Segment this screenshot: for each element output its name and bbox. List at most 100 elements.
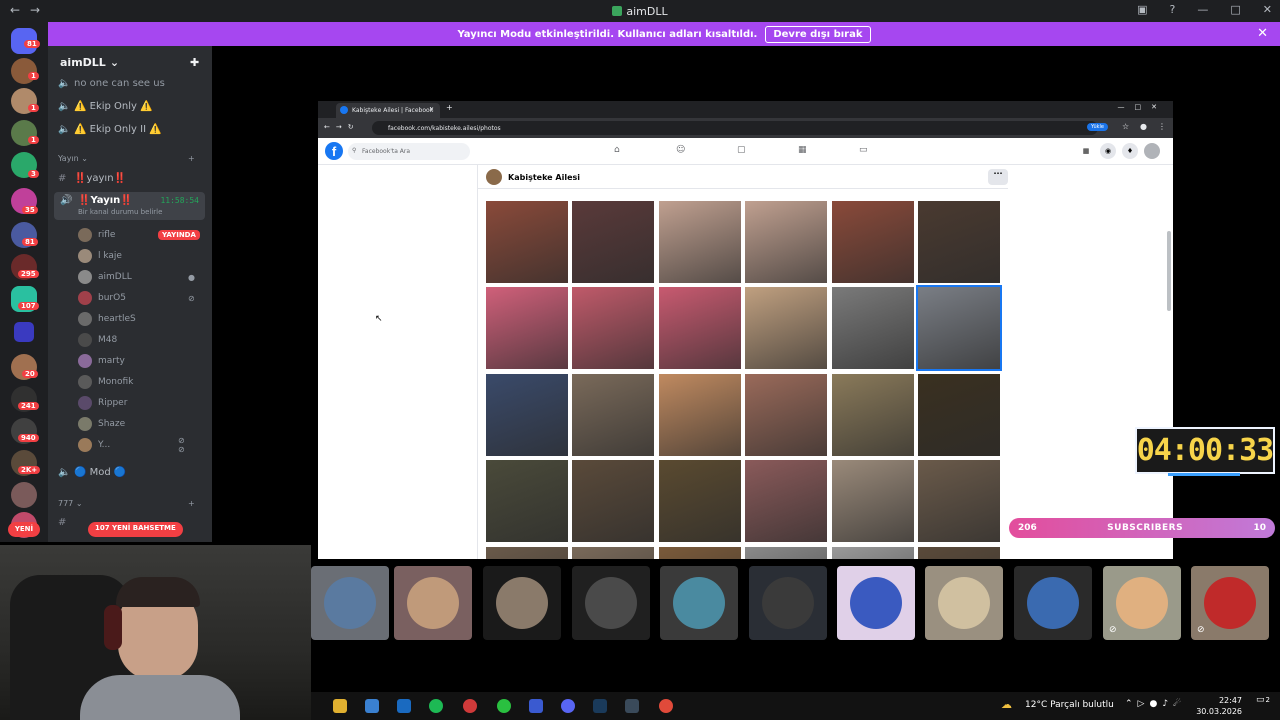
voice-channel-mod[interactable]: 🔈 🔵 Mod 🔵 [58, 467, 126, 478]
steam-icon[interactable] [593, 699, 607, 713]
photo-thumbnail[interactable] [831, 201, 914, 283]
browser-nav-icons[interactable]: ←→↻ [324, 123, 360, 131]
photo-thumbnail[interactable] [916, 285, 1002, 372]
voice-user[interactable]: Y... ⊘ ⊘ [78, 436, 185, 454]
photo-thumbnail[interactable] [572, 546, 655, 559]
photo-thumbnail[interactable] [658, 546, 741, 559]
photo-thumbnail[interactable] [745, 201, 828, 283]
page-avatar[interactable] [486, 169, 502, 185]
photo-thumbnail[interactable] [831, 373, 914, 456]
category-yayin[interactable]: Yayın ⌄ + [58, 154, 195, 163]
participant-tile[interactable] [1014, 566, 1092, 640]
hash-channel-hidden[interactable]: # [58, 517, 74, 528]
participant-tile[interactable] [394, 566, 472, 640]
participant-tile[interactable] [483, 566, 561, 640]
store-icon[interactable] [365, 699, 379, 713]
server-icon-13[interactable] [11, 482, 37, 508]
voice-status[interactable]: Bir kanal durumu belirle [78, 208, 162, 216]
new-mentions-pill[interactable]: 107 YENİ BAHSETME [88, 522, 183, 537]
video-icon[interactable]: ▢ [737, 145, 746, 155]
participant-tile[interactable] [925, 566, 1003, 640]
tray-icons[interactable]: ⌃▷●♪☄ [1125, 699, 1186, 709]
inbox-icon[interactable]: ▣ [1137, 3, 1147, 16]
photo-thumbnail[interactable] [658, 460, 741, 543]
voice-user[interactable]: aimDLL ● [78, 270, 195, 284]
gaming-icon[interactable]: ▭ [859, 145, 868, 155]
voice-channel-no-one[interactable]: 🔈 no one can see us [58, 78, 165, 89]
update-button[interactable]: Yükle [1087, 123, 1109, 131]
photo-thumbnail[interactable] [658, 287, 741, 370]
browser-window-controls[interactable]: —□✕ [1118, 103, 1167, 111]
maximize-icon[interactable]: □ [1230, 3, 1240, 16]
photo-thumbnail[interactable] [486, 201, 568, 283]
voice-channel-ekip-only-ii[interactable]: 🔈 ⚠️ Ekip Only II ⚠️ [58, 124, 162, 135]
server-icon-1[interactable] [11, 58, 37, 84]
menu-icon[interactable]: ⋮ [1158, 122, 1166, 131]
photo-thumbnail[interactable] [831, 287, 914, 370]
participant-tile[interactable] [572, 566, 650, 640]
photo-thumbnail[interactable] [918, 201, 1000, 283]
help-icon[interactable]: ? [1170, 3, 1176, 16]
menu-grid-icon[interactable]: ▦ [1078, 143, 1094, 159]
minimize-icon[interactable]: — [1197, 3, 1208, 16]
taskbar-clock[interactable]: 22:47 30.03.2026 [1196, 695, 1242, 717]
window-controls[interactable]: ▣ ? — □ ✕ [1137, 3, 1272, 16]
photo-thumbnail[interactable] [486, 460, 568, 543]
spotify-icon[interactable] [429, 699, 443, 713]
discord-taskbar-icon[interactable] [561, 699, 575, 713]
participant-tile[interactable] [660, 566, 738, 640]
app-icon-red[interactable] [463, 699, 477, 713]
photo-thumbnail[interactable] [486, 287, 568, 370]
facebook-logo-icon[interactable]: f [325, 142, 343, 160]
server-header[interactable]: aimDLL ⌄ ✚ [48, 46, 212, 78]
weather-text[interactable]: 12°C Parçalı bulutlu [1025, 700, 1114, 710]
photo-thumbnail[interactable] [831, 460, 914, 543]
app-icon-green[interactable] [497, 699, 511, 713]
photo-thumbnail[interactable] [486, 373, 568, 456]
voice-user[interactable]: rifle YAYINDA [78, 228, 200, 242]
page-scrollbar[interactable] [1167, 231, 1171, 311]
file-explorer-icon[interactable] [333, 699, 347, 713]
voice-user[interactable]: Monofik [78, 375, 133, 389]
voice-user[interactable]: heartleS [78, 312, 136, 326]
voice-user[interactable]: Shaze [78, 417, 125, 431]
friends-icon[interactable]: ☺ [676, 145, 685, 155]
photo-thumbnail[interactable] [572, 287, 655, 370]
bookmark-star-icon[interactable]: ☆ [1122, 122, 1129, 131]
photo-thumbnail[interactable] [918, 460, 1000, 543]
invite-icon[interactable]: ✚ [190, 56, 199, 69]
photo-thumbnail[interactable] [745, 546, 828, 559]
voice-channel-yayin-active[interactable]: 🔊 ‼️Yayın‼️ 11:58:54 Bir kanal durumu be… [54, 192, 205, 220]
close-icon[interactable]: ✕ [1263, 3, 1272, 16]
photo-thumbnail[interactable] [486, 546, 568, 559]
messenger-icon[interactable]: ◉ [1100, 143, 1116, 159]
browser-tab[interactable]: Kabiştekе Ailesi | Facebook ✕ [336, 103, 440, 118]
new-tab-icon[interactable]: + [446, 103, 453, 112]
participant-tile[interactable]: ⊘ [1191, 566, 1269, 640]
photo-thumbnail[interactable] [658, 201, 741, 283]
voice-user[interactable]: M48 [78, 333, 117, 347]
photo-thumbnail[interactable] [831, 546, 914, 559]
participant-tile[interactable]: ⊘ [1103, 566, 1181, 640]
facebook-search-input[interactable]: ⚲ Facebook'ta Ara [348, 143, 470, 160]
text-channel-yayin[interactable]: # ‼️yayın‼️ [58, 173, 126, 184]
outlook-icon[interactable] [397, 699, 411, 713]
voice-user[interactable]: marty [78, 354, 125, 368]
account-avatar[interactable] [1144, 143, 1160, 159]
home-icon[interactable]: ⌂ [614, 145, 620, 155]
banner-close-icon[interactable]: ✕ [1257, 26, 1268, 41]
photo-thumbnail[interactable] [745, 287, 828, 370]
photo-thumbnail[interactable] [572, 373, 655, 456]
more-options-button[interactable]: ··· [988, 169, 1008, 185]
participant-tile[interactable] [311, 566, 389, 640]
create-channel-icon[interactable]: + [188, 499, 195, 508]
voice-user[interactable]: l kaje [78, 249, 122, 263]
participant-tile[interactable] [749, 566, 827, 640]
photo-thumbnail[interactable] [658, 373, 741, 456]
photo-thumbnail[interactable] [745, 373, 828, 456]
voice-user[interactable]: Ripper [78, 396, 127, 410]
photo-thumbnail[interactable] [745, 460, 828, 543]
new-unread-badge[interactable]: YENİ [8, 522, 40, 537]
category-777[interactable]: 777 ⌄ + [58, 499, 195, 508]
address-bar[interactable]: facebook.com/kabisteke.ailesi/photos [372, 121, 1098, 135]
